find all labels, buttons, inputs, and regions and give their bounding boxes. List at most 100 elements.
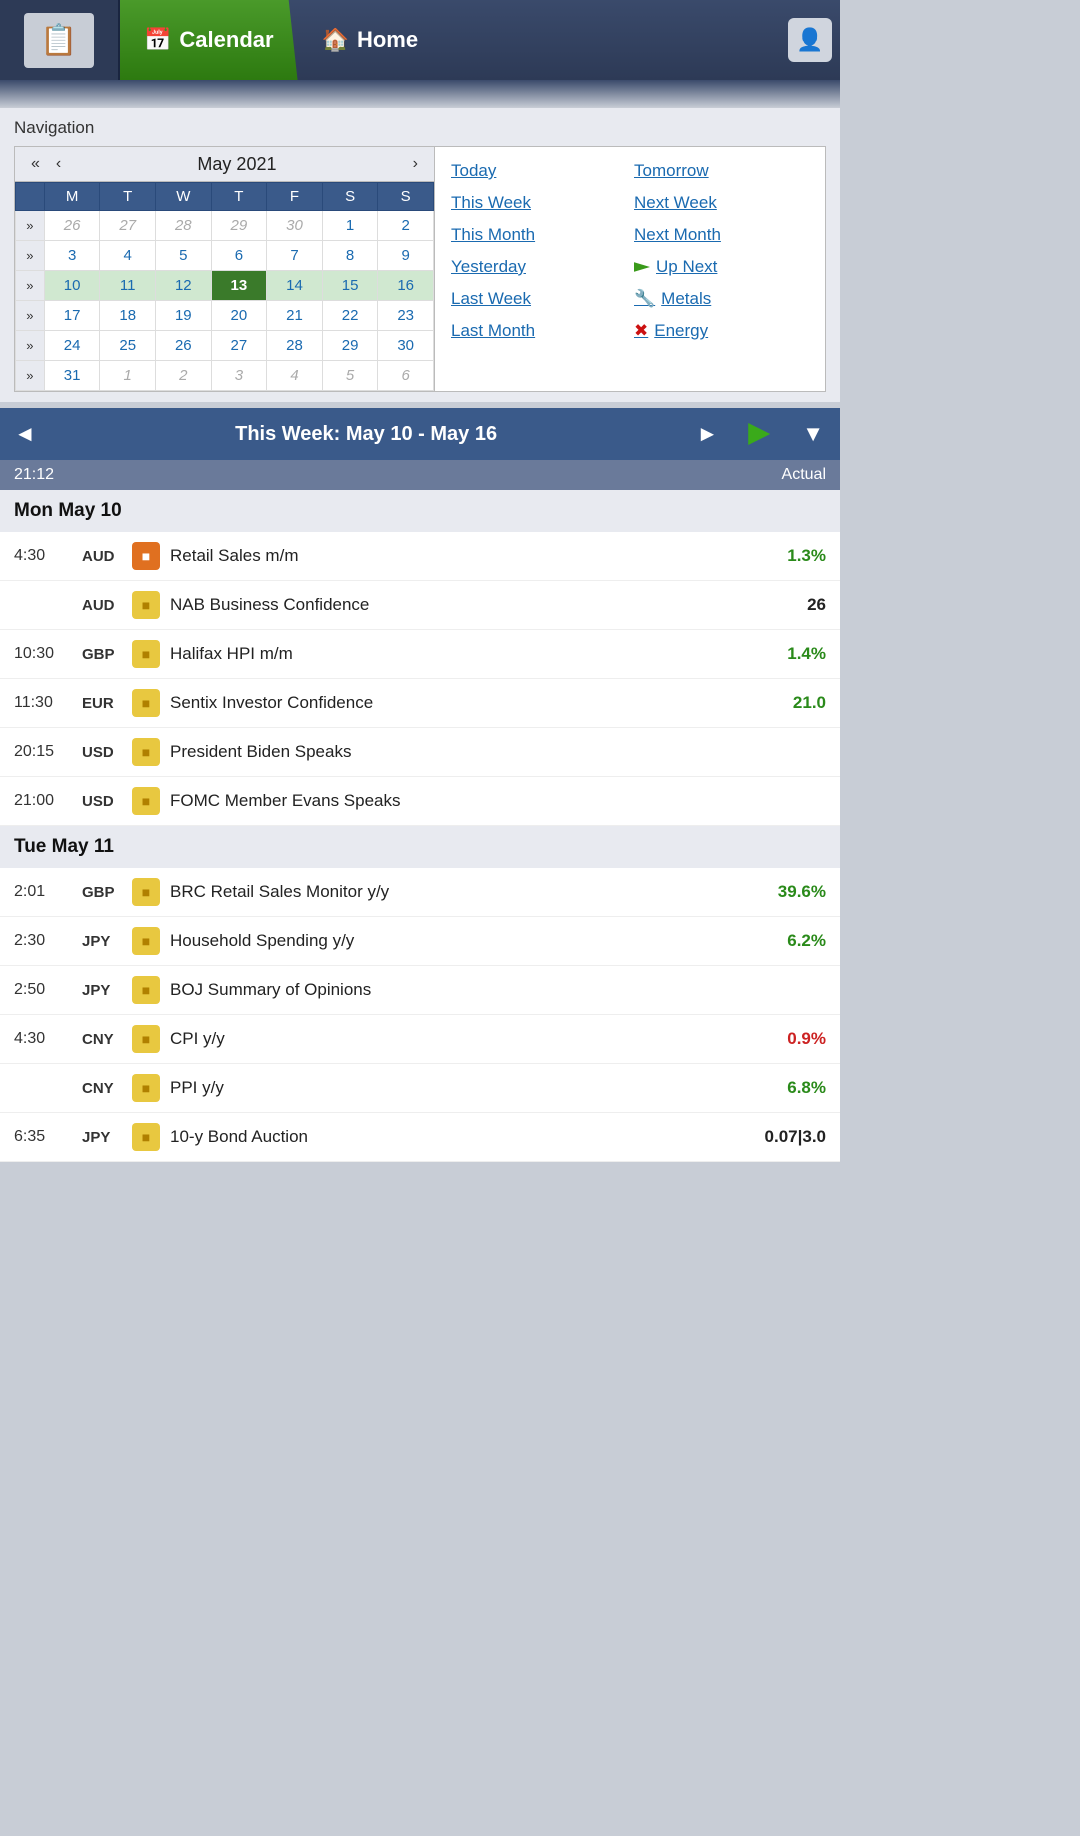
event-row[interactable]: AUD■NAB Business Confidence26 <box>0 581 840 630</box>
week-number[interactable]: » <box>16 301 45 331</box>
event-impact-icon: ■ <box>132 640 160 668</box>
event-row[interactable]: 2:01GBP■BRC Retail Sales Monitor y/y39.6… <box>0 868 840 917</box>
calendar-day[interactable]: 18 <box>100 301 156 331</box>
calendar-day[interactable]: 22 <box>322 301 378 331</box>
calendar-day[interactable]: 2 <box>156 361 212 391</box>
calendar-day[interactable]: 28 <box>156 211 212 241</box>
calendar-day[interactable]: 11 <box>100 271 156 301</box>
event-time: 11:30 <box>14 694 72 712</box>
event-time: 2:50 <box>14 981 72 999</box>
calendar-day[interactable]: 4 <box>100 241 156 271</box>
qnav-today[interactable]: Today <box>451 157 626 185</box>
event-row[interactable]: 2:50JPY■BOJ Summary of Opinions <box>0 966 840 1015</box>
qnav-last-month[interactable]: Last Month <box>451 317 626 345</box>
event-row[interactable]: 2:30JPY■Household Spending y/y6.2% <box>0 917 840 966</box>
calendar-day[interactable]: 19 <box>156 301 212 331</box>
calendar-day[interactable]: 2 <box>378 211 434 241</box>
calendar-day[interactable]: 27 <box>211 331 267 361</box>
calendar-day[interactable]: 24 <box>44 331 100 361</box>
week-bar-filter-button[interactable]: ▼ <box>786 421 840 447</box>
event-name: NAB Business Confidence <box>170 595 756 615</box>
week-number[interactable]: » <box>16 241 45 271</box>
tab-home[interactable]: 🏠 Home <box>298 0 443 80</box>
calendar-day[interactable]: 25 <box>100 331 156 361</box>
calendar-day[interactable]: 21 <box>267 301 323 331</box>
calendar-day[interactable]: 4 <box>267 361 323 391</box>
calendar-month-year: May 2021 <box>197 154 276 175</box>
calendar-day[interactable]: 20 <box>211 301 267 331</box>
event-actual: 1.4% <box>766 644 826 664</box>
event-row[interactable]: 20:15USD■President Biden Speaks <box>0 728 840 777</box>
event-row[interactable]: 10:30GBP■Halifax HPI m/m1.4% <box>0 630 840 679</box>
event-row[interactable]: 4:30AUD■Retail Sales m/m1.3% <box>0 532 840 581</box>
calendar-day[interactable]: 13 <box>211 271 267 301</box>
calendar-day[interactable]: 16 <box>378 271 434 301</box>
home-tab-icon: 🏠 <box>322 27 349 53</box>
cal-prev-prev-button[interactable]: « <box>25 153 46 175</box>
event-row[interactable]: 4:30CNY■CPI y/y0.9% <box>0 1015 840 1064</box>
calendar-day[interactable]: 26 <box>44 211 100 241</box>
qnav-next-week[interactable]: Next Week <box>634 189 809 217</box>
qnav-next-month[interactable]: Next Month <box>634 221 809 249</box>
week-prev-button[interactable]: ◄ <box>0 408 50 460</box>
qnav-metals[interactable]: 🔧 Metals <box>634 285 809 313</box>
calendar-day[interactable]: 14 <box>267 271 323 301</box>
event-row[interactable]: CNY■PPI y/y6.8% <box>0 1064 840 1113</box>
event-currency: JPY <box>82 933 122 950</box>
calendar-day[interactable]: 1 <box>322 211 378 241</box>
calendar-day[interactable]: 3 <box>44 241 100 271</box>
calendar-day[interactable]: 8 <box>322 241 378 271</box>
cal-prev-button[interactable]: ‹ <box>50 153 67 175</box>
event-row[interactable]: 21:00USD■FOMC Member Evans Speaks <box>0 777 840 826</box>
calendar-day[interactable]: 17 <box>44 301 100 331</box>
cal-next-button[interactable]: › <box>407 153 424 175</box>
calendar-day[interactable]: 31 <box>44 361 100 391</box>
event-time: 10:30 <box>14 645 72 663</box>
event-name: President Biden Speaks <box>170 742 756 762</box>
qnav-tomorrow[interactable]: Tomorrow <box>634 157 809 185</box>
day-header-sun: S <box>378 183 434 211</box>
qnav-yesterday[interactable]: Yesterday <box>451 253 626 281</box>
calendar-day[interactable]: 28 <box>267 331 323 361</box>
nav-label: Navigation <box>14 118 826 138</box>
event-row[interactable]: 6:35JPY■10-y Bond Auction0.07|3.0 <box>0 1113 840 1162</box>
calendar-day[interactable]: 3 <box>211 361 267 391</box>
calendar-day[interactable]: 29 <box>322 331 378 361</box>
tab-calendar[interactable]: 📅 Calendar <box>120 0 298 80</box>
week-number[interactable]: » <box>16 361 45 391</box>
calendar-day[interactable]: 27 <box>100 211 156 241</box>
event-actual: 21.0 <box>766 693 826 713</box>
calendar-day[interactable]: 1 <box>100 361 156 391</box>
calendar-day[interactable]: 30 <box>378 331 434 361</box>
qnav-last-week[interactable]: Last Week <box>451 285 626 313</box>
calendar-day[interactable]: 12 <box>156 271 212 301</box>
calendar-day[interactable]: 26 <box>156 331 212 361</box>
calendar-day[interactable]: 15 <box>322 271 378 301</box>
calendar-day[interactable]: 9 <box>378 241 434 271</box>
event-impact-icon: ■ <box>132 542 160 570</box>
calendar-day[interactable]: 29 <box>211 211 267 241</box>
calendar-day[interactable]: 30 <box>267 211 323 241</box>
calendar-day[interactable]: 10 <box>44 271 100 301</box>
qnav-energy[interactable]: ✖ Energy <box>634 317 809 345</box>
qnav-this-week[interactable]: This Week <box>451 189 626 217</box>
profile-area[interactable]: 👤 <box>780 0 840 80</box>
event-actual: 6.2% <box>766 931 826 951</box>
qnav-this-month[interactable]: This Month <box>451 221 626 249</box>
day-header-thu: T <box>211 183 267 211</box>
week-number[interactable]: » <box>16 271 45 301</box>
calendar-day[interactable]: 7 <box>267 241 323 271</box>
event-row[interactable]: 11:30EUR■Sentix Investor Confidence21.0 <box>0 679 840 728</box>
calendar-day[interactable]: 5 <box>322 361 378 391</box>
calendar-day[interactable]: 5 <box>156 241 212 271</box>
week-number[interactable]: » <box>16 331 45 361</box>
week-number[interactable]: » <box>16 211 45 241</box>
calendar-day[interactable]: 6 <box>211 241 267 271</box>
calendar-day[interactable]: 23 <box>378 301 434 331</box>
week-bar-play-button[interactable] <box>732 423 786 445</box>
qnav-up-next[interactable]: Up Next <box>634 253 809 281</box>
calendar-day[interactable]: 6 <box>378 361 434 391</box>
event-currency: JPY <box>82 982 122 999</box>
week-next-button[interactable]: ► <box>682 421 732 447</box>
week-bar-title: This Week: May 10 - May 16 <box>50 423 683 446</box>
